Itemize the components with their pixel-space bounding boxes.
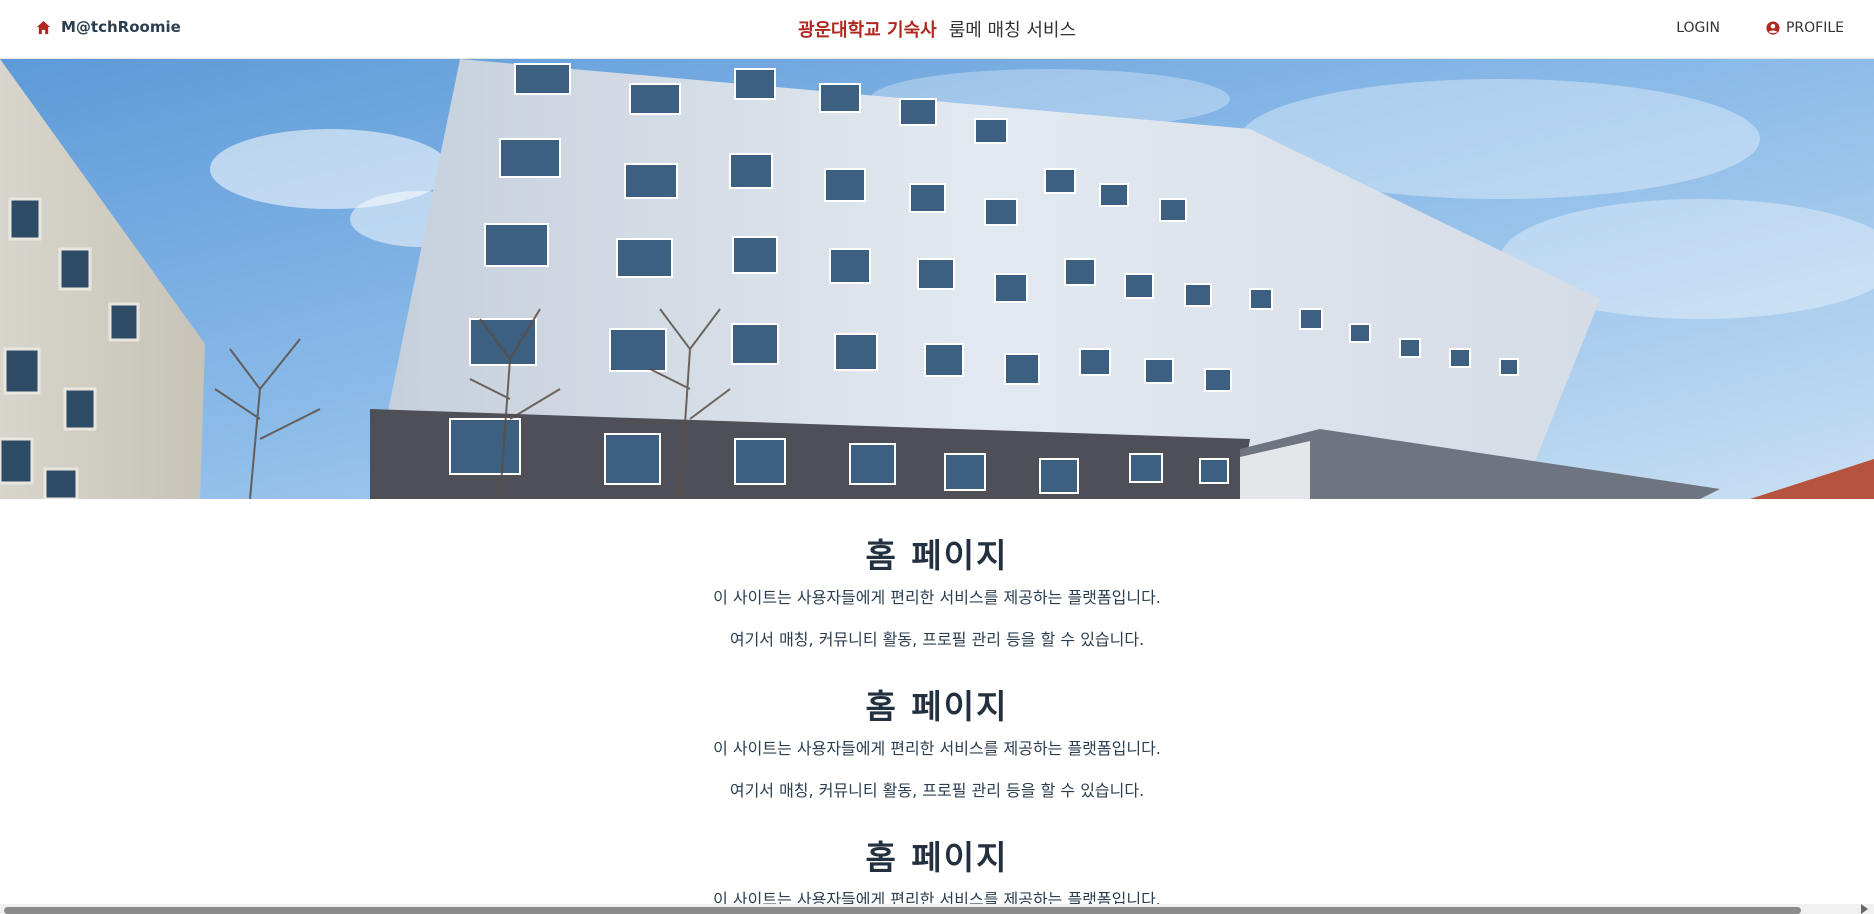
nav-right-menu: LOGIN PROFILE <box>1676 20 1844 36</box>
dormitory-building-photo <box>0 59 1874 499</box>
hero-banner-image <box>0 59 1874 499</box>
home-section: 홈 페이지 이 사이트는 사용자들에게 편리한 서비스를 제공하는 플랫폼입니다… <box>0 536 1874 650</box>
profile-link[interactable]: PROFILE <box>1766 20 1844 36</box>
section-text-line: 이 사이트는 사용자들에게 편리한 서비스를 제공하는 플랫폼입니다. <box>713 588 1161 607</box>
top-navbar: M@tchRoomie 광운대학교 기숙사 룸메 매칭 서비스 LOGIN PRO… <box>0 0 1874 59</box>
section-text-line: 이 사이트는 사용자들에게 편리한 서비스를 제공하는 플랫폼입니다. <box>713 739 1161 758</box>
scrollbar-thumb[interactable] <box>4 907 1801 914</box>
user-circle-icon <box>1766 21 1780 35</box>
university-title: 광운대학교 기숙사 <box>797 20 937 41</box>
section-heading: 홈 페이지 <box>865 536 1009 575</box>
profile-label: PROFILE <box>1785 20 1844 36</box>
page-title: 광운대학교 기숙사 룸메 매칭 서비스 <box>0 16 1874 42</box>
login-link[interactable]: LOGIN <box>1676 20 1720 36</box>
section-heading: 홈 페이지 <box>865 838 1009 877</box>
scroll-right-arrow-icon[interactable] <box>1861 904 1868 914</box>
service-title: 룸메 매칭 서비스 <box>948 20 1077 41</box>
home-section: 홈 페이지 이 사이트는 사용자들에게 편리한 서비스를 제공하는 플랫폼입니다… <box>0 838 1874 910</box>
home-section: 홈 페이지 이 사이트는 사용자들에게 편리한 서비스를 제공하는 플랫폼입니다… <box>0 687 1874 801</box>
section-text-line: 여기서 매칭, 커뮤니티 활동, 프로필 관리 등을 할 수 있습니다. <box>729 630 1145 649</box>
section-heading: 홈 페이지 <box>865 687 1009 726</box>
login-label: LOGIN <box>1676 20 1720 36</box>
horizontal-scrollbar[interactable] <box>0 904 1874 914</box>
section-text-line: 여기서 매칭, 커뮤니티 활동, 프로필 관리 등을 할 수 있습니다. <box>729 781 1145 800</box>
